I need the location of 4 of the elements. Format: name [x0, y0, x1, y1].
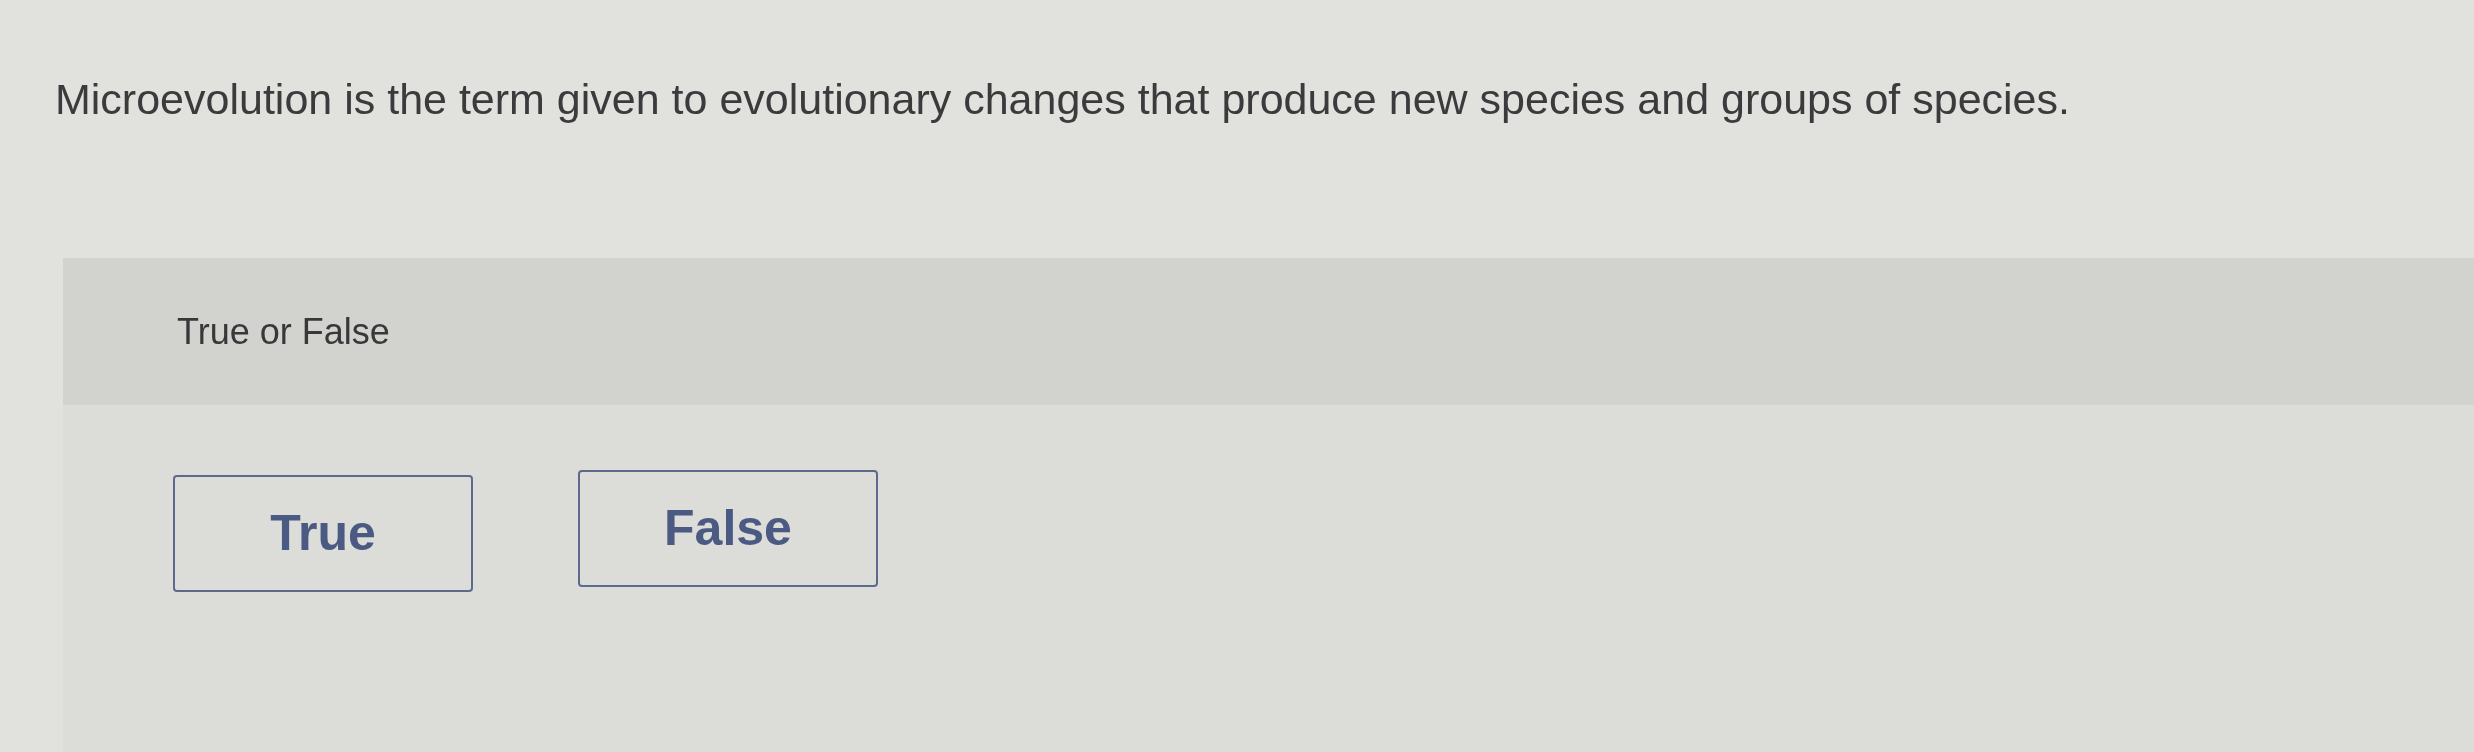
prompt-label: True or False: [177, 309, 390, 354]
answer-option-button[interactable]: True: [173, 475, 473, 592]
answer-option-button[interactable]: False: [578, 470, 878, 587]
question-text: Microevolution is the term given to evolutionary changes that produce new species and groups of species.: [55, 74, 2070, 124]
